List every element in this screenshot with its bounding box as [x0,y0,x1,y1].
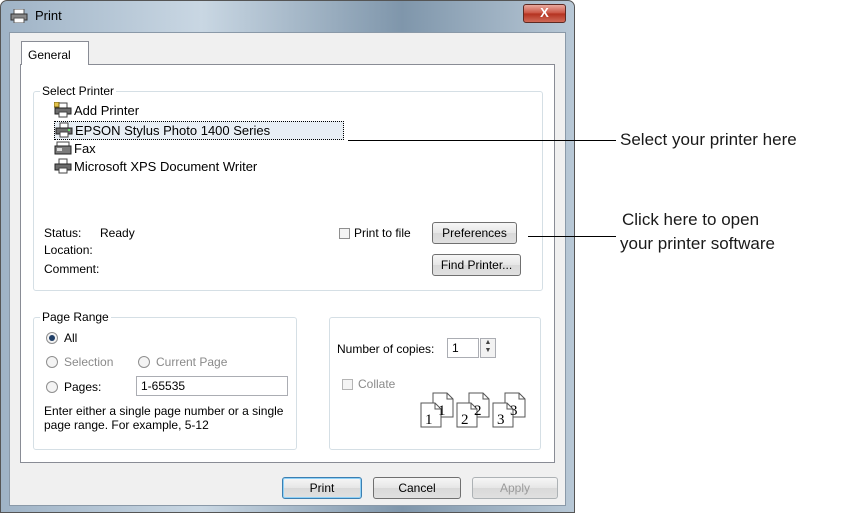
callout-line-open-software [528,236,616,237]
printer-name: Add Printer [74,103,140,118]
pages-value: 1-65535 [141,379,186,393]
all-label[interactable]: All [64,331,77,345]
collate-page-number: 3 [497,412,505,428]
copies-group: Number of copies: 1 ▲ ▼ Collate 1 1 2 2 … [329,317,541,450]
cancel-button-label: Cancel [398,481,436,495]
selection-label[interactable]: Selection [64,355,113,369]
tab-general[interactable]: General [21,41,89,65]
print-to-file-label[interactable]: Print to file [354,226,411,240]
number-of-copies-label: Number of copies: [337,342,435,356]
printer-icon [55,122,73,138]
copies-value: 1 [452,341,459,355]
print-dialog-window: Print X General Select Printer Add Print… [0,0,575,513]
tab-label: General [28,48,71,62]
preferences-button[interactable]: Preferences [432,222,517,244]
collate-checkbox[interactable] [342,379,353,390]
collate-page-number: 3 [510,403,518,419]
page-range-help-line2: page range. For example, 5-12 [44,418,209,432]
printer-name: EPSON Stylus Photo 1400 Series [75,123,271,138]
title-bar[interactable]: Print X [1,1,574,31]
callout-select-printer: Select your printer here [620,130,797,149]
printer-icon [54,158,72,174]
current-page-radio[interactable] [138,356,150,368]
pages-label[interactable]: Pages: [64,380,101,394]
callout-open-software-line2: your printer software [620,234,775,253]
chevron-down-icon[interactable]: ▼ [481,347,495,355]
page-range-group: Page Range All Selection Current Page Pa… [33,310,297,450]
print-to-file-checkbox[interactable] [339,228,350,239]
printer-name: Fax [74,141,96,156]
printer-icon [10,9,28,23]
copies-input[interactable]: 1 [447,338,479,358]
print-button[interactable]: Print [282,477,362,499]
print-button-label: Print [309,481,335,495]
printer-name: Microsoft XPS Document Writer [74,159,258,174]
current-page-label[interactable]: Current Page [156,355,227,369]
collate-label[interactable]: Collate [358,377,395,391]
fax-icon [54,141,72,155]
dialog-client-area: General Select Printer Add Printer EPSON… [9,32,566,506]
window-title: Print [35,8,62,23]
collate-page-number: 1 [438,403,446,419]
add-printer-icon [54,102,72,118]
status-label: Status: [44,226,82,240]
location-label: Location: [44,243,93,257]
comment-label: Comment: [44,262,100,276]
collate-page-number: 2 [474,403,482,419]
pages-radio[interactable] [46,381,58,393]
apply-button-label: Apply [499,481,531,495]
pages-input[interactable]: 1-65535 [136,376,288,396]
apply-button[interactable]: Apply [472,477,558,499]
page-range-help-line1: Enter either a single page number or a s… [44,404,284,418]
all-radio[interactable] [46,332,58,344]
cancel-button[interactable]: Cancel [373,477,461,499]
preferences-label: Preferences [442,226,507,240]
find-printer-label: Find Printer... [440,258,513,272]
find-printer-button[interactable]: Find Printer... [432,254,521,276]
page-range-legend: Page Range [40,310,111,324]
collate-page-number: 1 [425,412,433,428]
select-printer-legend: Select Printer [40,84,117,98]
copies-spinner[interactable]: ▲ ▼ [480,338,496,358]
callout-open-software-line1: Click here to open [622,210,760,229]
close-button[interactable]: X [523,4,566,23]
callout-line-select-printer [348,140,616,141]
collate-page-number: 2 [461,412,469,428]
printer-item-epson[interactable]: EPSON Stylus Photo 1400 Series [54,121,344,140]
close-icon: X [540,5,549,20]
select-printer-group: Select Printer Add Printer EPSON Stylus … [33,84,543,291]
selection-radio[interactable] [46,356,58,368]
status-value: Ready [100,226,135,240]
general-tab-panel: Select Printer Add Printer EPSON Stylus … [20,64,555,463]
chevron-up-icon[interactable]: ▲ [481,339,495,347]
